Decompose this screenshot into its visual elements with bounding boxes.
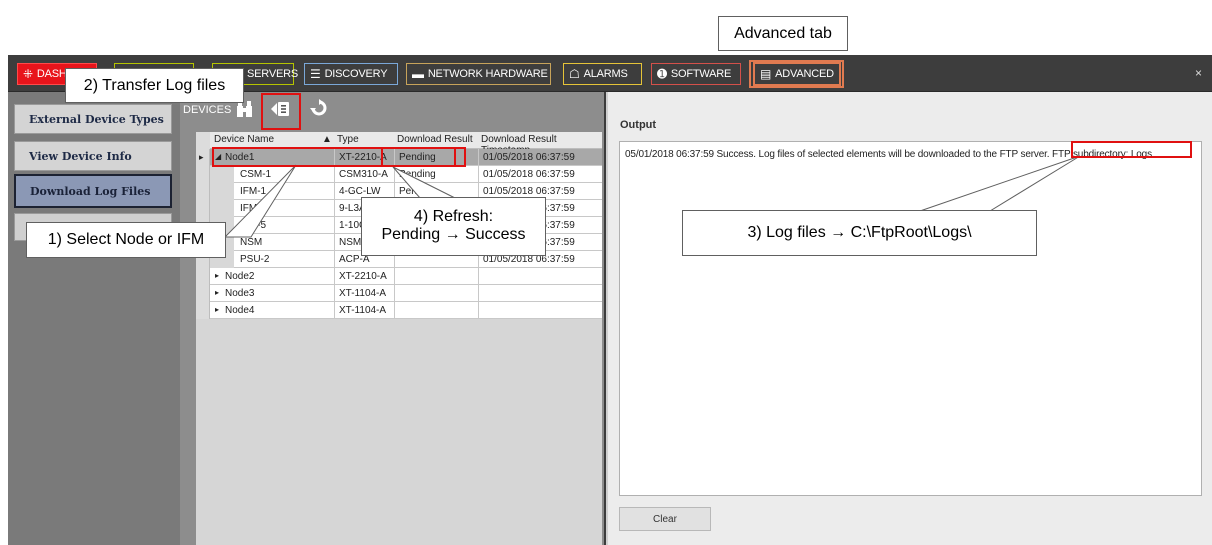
callout-refresh: 4) Refresh: Pending → Success — [361, 197, 546, 256]
select-pointer — [223, 164, 297, 238]
callout-select-node: 1) Select Node or IFM — [26, 222, 226, 258]
callout-log-files-path: 3) Log files → C:\FtpRoot\Logs\ — [682, 210, 1037, 256]
refresh-pointer — [392, 166, 456, 199]
callout-refresh-line2: Pending → Success — [381, 226, 526, 243]
screenshot-stage: ⁜ DASHBOARD ▤ SERVERS ☰ DISCOVERY ▬ NETW… — [0, 0, 1212, 545]
callout-transfer-log-files: 2) Transfer Log files — [65, 68, 244, 103]
callout-advanced-tab: Advanced tab — [718, 16, 848, 51]
callout-refresh-line1: 4) Refresh: — [413, 208, 494, 225]
logfiles-pointer — [919, 155, 1081, 212]
